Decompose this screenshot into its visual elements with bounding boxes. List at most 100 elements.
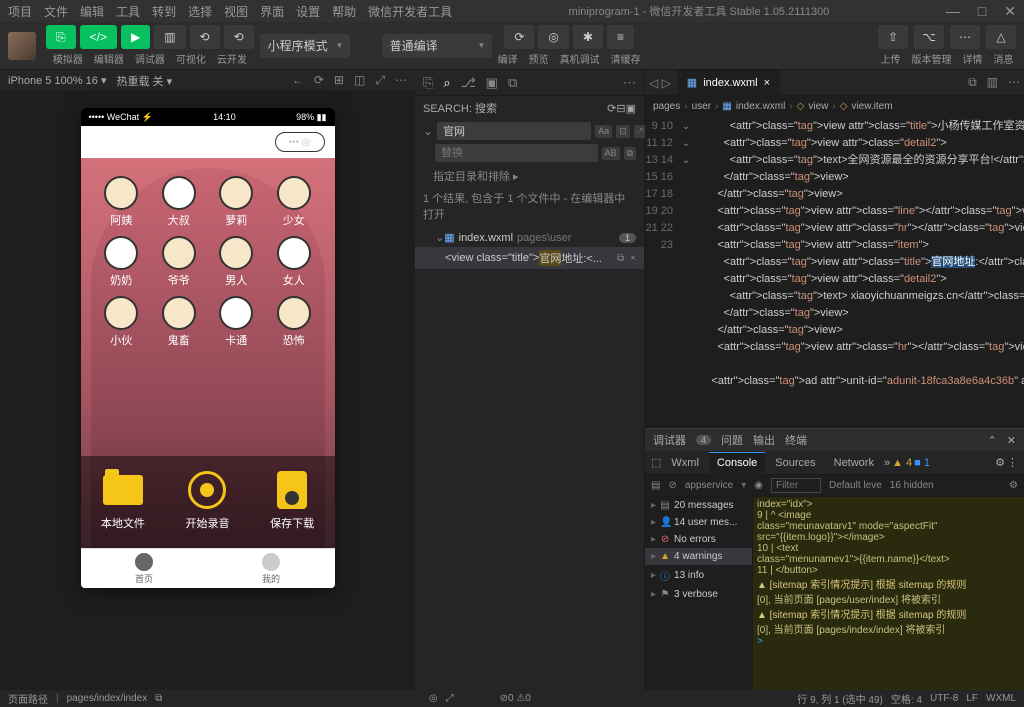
menu-item[interactable]: 编辑: [80, 3, 104, 20]
breadcrumb-seg[interactable]: pages: [653, 101, 680, 112]
menu-item[interactable]: 项目: [8, 3, 32, 20]
encoding-indicator[interactable]: UTF-8: [930, 693, 958, 704]
menu-item[interactable]: 工具: [116, 3, 140, 20]
breadcrumb-seg[interactable]: view: [808, 101, 828, 112]
page-path-value[interactable]: pages/index/index: [67, 693, 148, 704]
menu-item[interactable]: 微信开发者工具: [368, 3, 452, 20]
mode-select[interactable]: 小程序模式▾: [260, 34, 350, 58]
match-case-toggle[interactable]: Aa: [595, 125, 612, 138]
tab-sources[interactable]: Sources: [767, 453, 823, 473]
capsule-button[interactable]: ••• ◎: [275, 132, 325, 152]
sim-expand-icon[interactable]: ⤢: [446, 693, 454, 704]
breadcrumb-seg[interactable]: index.wxml: [736, 101, 785, 112]
menu-item[interactable]: 帮助: [332, 3, 356, 20]
search-icon[interactable]: ⌕: [443, 75, 450, 91]
more-icon[interactable]: ⋯: [623, 75, 636, 91]
remote-debug-button[interactable]: ✱: [573, 25, 603, 49]
replace-input[interactable]: [435, 144, 598, 162]
hot-reload-toggle[interactable]: 热重载 关 ▾: [116, 73, 172, 89]
dismiss-match-icon[interactable]: ×: [630, 253, 636, 264]
tab-mine[interactable]: 我的: [208, 549, 335, 588]
preview-button[interactable]: ◎: [538, 25, 568, 49]
sim-back-icon[interactable]: ←: [292, 73, 304, 88]
details-button[interactable]: ⋯: [950, 25, 980, 49]
search-input[interactable]: [437, 122, 591, 140]
voice-item[interactable]: 鬼畜: [150, 296, 208, 348]
include-exclude-toggle[interactable]: 指定目录和排除 ▸: [415, 164, 644, 188]
tab-console[interactable]: Console: [709, 452, 765, 473]
eye-icon[interactable]: ◉: [754, 480, 763, 491]
sim-layout-icon[interactable]: ◫: [354, 73, 365, 88]
sim-expand-icon[interactable]: ⤢: [375, 73, 385, 88]
devtools-tab-terminal[interactable]: 终端: [785, 432, 807, 448]
local-file-button[interactable]: 本地文件: [101, 469, 145, 531]
search-match-row[interactable]: <view class="title">官网地址:<... ⧉×: [415, 247, 644, 269]
breadcrumb-seg[interactable]: view.item: [851, 101, 892, 112]
chevron-up-icon[interactable]: ⌃: [988, 434, 997, 447]
box-icon[interactable]: ▣: [486, 75, 498, 91]
eol-indicator[interactable]: LF: [966, 693, 978, 704]
editor-toggle[interactable]: </>: [80, 25, 117, 49]
menu-item[interactable]: 文件: [44, 3, 68, 20]
preserve-case-toggle[interactable]: AB: [602, 147, 620, 160]
search-file-row[interactable]: ⌄ ▦ index.wxml pages\user 1: [415, 228, 644, 247]
compile-select[interactable]: 普通编译▾: [382, 34, 492, 58]
voice-item[interactable]: 萝莉: [208, 176, 266, 228]
copy-icon[interactable]: ⧉: [155, 693, 162, 704]
message-button[interactable]: △: [986, 25, 1016, 49]
info-count[interactable]: ■ 1: [914, 457, 930, 469]
debugger-toggle[interactable]: ▶: [121, 25, 150, 49]
maximize-button[interactable]: □: [978, 3, 986, 20]
replace-all-button[interactable]: ⧉: [624, 147, 636, 160]
more-tabs-icon[interactable]: »: [884, 457, 890, 469]
sim-grid-icon[interactable]: ⊞: [334, 73, 344, 88]
simulator-toggle[interactable]: ⎘: [46, 25, 76, 49]
context-select[interactable]: appservice: [685, 480, 733, 491]
language-indicator[interactable]: WXML: [986, 693, 1016, 704]
close-panel-icon[interactable]: ✕: [1007, 434, 1016, 447]
cloud-dev-button2[interactable]: ⟲: [224, 25, 254, 49]
problems-indicator[interactable]: ⊘0 ⚠0: [500, 693, 531, 704]
editor-tab[interactable]: ▦ index.wxml ×: [677, 70, 780, 96]
menu-item[interactable]: 设置: [296, 3, 320, 20]
tab-network[interactable]: Network: [826, 453, 882, 473]
copy-icon[interactable]: ⧉: [508, 75, 517, 91]
collapse-icon[interactable]: ▣: [626, 102, 636, 115]
console-filter-row[interactable]: ▸ ⚑ 3 verbose: [645, 586, 752, 603]
visual-toggle[interactable]: ▥: [154, 25, 185, 49]
close-tab-icon[interactable]: ×: [764, 77, 770, 89]
console-filter-row[interactable]: ▸ ▤ 20 messages: [645, 497, 752, 514]
gear-icon[interactable]: ⚙: [1009, 480, 1018, 491]
voice-item[interactable]: 小伙: [93, 296, 151, 348]
devtools-tab-problems[interactable]: 问题: [721, 432, 743, 448]
clear-console-icon[interactable]: ⊘: [668, 480, 676, 491]
tab-home[interactable]: 首页: [81, 549, 208, 588]
tab-wxml[interactable]: Wxml: [663, 453, 707, 473]
voice-item[interactable]: 爷爷: [150, 236, 208, 288]
kebab-icon[interactable]: ⋮: [1007, 456, 1018, 469]
cloud-dev-button[interactable]: ⟲: [190, 25, 220, 49]
compile-button[interactable]: ⟳: [504, 25, 534, 49]
indent-indicator[interactable]: 空格: 4: [891, 691, 922, 706]
minimize-button[interactable]: —: [946, 3, 960, 20]
console-filter-row[interactable]: ▸ ⓘ 13 info: [645, 565, 752, 586]
user-avatar[interactable]: [8, 32, 36, 60]
menu-item[interactable]: 界面: [260, 3, 284, 20]
console-filter-row[interactable]: ▸ ▲ 4 warnings: [645, 548, 752, 565]
compare-icon[interactable]: ⧉: [968, 75, 977, 90]
devtools-tab-output[interactable]: 输出: [753, 432, 775, 448]
code-editor[interactable]: 9 10 11 12 13 14 15 16 17 18 19 20 21 22…: [645, 116, 1024, 428]
sim-refresh-icon[interactable]: ⟳: [314, 73, 324, 88]
warning-count[interactable]: ▲ 4: [892, 457, 912, 469]
explorer-icon[interactable]: ⎘: [423, 75, 433, 91]
more-icon[interactable]: ⋯: [1008, 75, 1020, 90]
voice-item[interactable]: 卡通: [208, 296, 266, 348]
menu-item[interactable]: 选择: [188, 3, 212, 20]
sim-more-icon[interactable]: ⋯: [395, 73, 407, 88]
menu-item[interactable]: 视图: [224, 3, 248, 20]
close-button[interactable]: ✕: [1004, 3, 1016, 20]
version-button[interactable]: ⌥: [914, 25, 944, 49]
levels-select[interactable]: Default leve: [829, 480, 882, 491]
whole-word-toggle[interactable]: ⊡: [616, 125, 630, 138]
voice-item[interactable]: 恐怖: [265, 296, 323, 348]
